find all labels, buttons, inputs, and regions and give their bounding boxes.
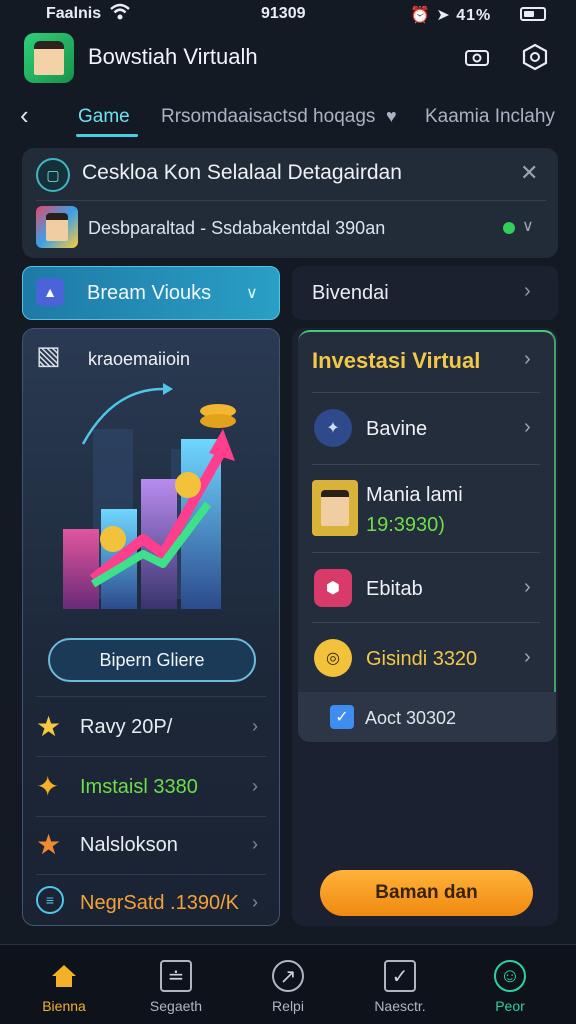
building-blocks-icon: ▧ [36,340,61,370]
online-status-dot [503,222,515,234]
list-item-label: Nalslokson [80,834,178,856]
carrier-label: Faalnis [46,5,102,22]
investment-item-value: 19:3930) [366,514,445,536]
nav-item-search[interactable]: ≐ Segaeth [126,948,226,1018]
nav-label: Bienna [42,998,86,1014]
list-item-label: Imstaisl 3380 [80,776,198,798]
list-circle-icon: ≡ [36,886,64,914]
chart-window-icon: ≐ [160,960,192,992]
nav-label: Segaeth [149,998,203,1014]
status-indicators: ⏰ ➤ 41% [410,7,492,24]
divider [312,552,540,553]
checkbox[interactable]: ✓ [330,705,354,729]
investment-item-label[interactable]: Bavine [366,418,427,441]
notice-title: Ceskloa Kon Selalaal Detagairdan [82,161,402,184]
divider [36,874,266,875]
wifi-icon [110,3,130,26]
primary-action-button[interactable]: Baman dan [320,870,533,916]
close-icon[interactable]: ✕ [520,160,538,186]
divider [36,756,266,757]
nav-label: Peor [495,998,525,1014]
profile-icon: ☺ [494,960,526,992]
star-icon: ★ [36,711,62,742]
checkbox-label: Aoct 30302 [365,708,457,728]
hex-gem-icon: ⬢ [314,569,352,607]
nav-label: Relpi [272,998,304,1014]
chevron-right-icon: › [252,716,258,736]
chevron-down-icon: ∨ [246,285,258,302]
investment-title[interactable]: Investasi Virtual [312,348,480,374]
chevron-right-icon: › [524,416,531,438]
chevron-right-icon: › [524,646,531,668]
app-logo [24,33,74,83]
back-chevron-icon[interactable]: ‹ [20,100,29,131]
shield-icon: ♥ [386,106,397,126]
notice-icon: ▢ [36,158,70,192]
divider [312,464,540,465]
settings-hex-icon[interactable] [518,40,552,74]
right-dropdown-label: Bivendai [312,282,389,304]
nav-label: Naesctr. [374,998,426,1014]
list-item-label: NegrSatd .1390/K [80,892,239,914]
chevron-right-icon: › [252,776,258,796]
battery-icon [520,7,546,21]
left-panel-title: kraoemaiioin [88,349,191,369]
shield-check-icon: ✓ [384,960,416,992]
tab-community[interactable]: Kaamia Inclahy [425,106,555,128]
active-tab-indicator [76,134,138,137]
notice-subtitle: Desbparaltad - Ssdabakentdal 390an [88,218,386,238]
chevron-right-icon: › [252,834,258,854]
chevron-down-icon[interactable]: ∨ [522,216,534,236]
divider [36,200,546,201]
investment-item-label[interactable]: Mania lami [366,484,463,507]
camera-icon[interactable] [460,41,494,75]
left-dropdown-label: Bream Viouks [87,282,212,304]
user-badge-icon: ▲ [36,278,64,306]
chevron-right-icon: › [524,280,531,302]
tab-game[interactable]: Game [78,106,130,128]
chevron-right-icon: › [524,576,531,598]
chevron-right-icon: › [524,348,531,370]
nav-item-news[interactable]: ✓ Naesctr. [350,948,450,1018]
left-panel-button[interactable]: Bipern Gliere [48,638,256,682]
investment-item-label[interactable]: Gisindi 3320 [366,648,477,671]
divider [36,816,266,817]
lightning-star-icon: ✦ [36,771,60,802]
tab-recommendations[interactable]: Rrsomdaaisactsd hoqags [161,106,375,128]
nav-item-help[interactable]: ↗ Relpi [238,948,338,1018]
fire-star-icon: ★ [36,829,62,860]
investment-item-label[interactable]: Ebitab [366,578,423,601]
chevron-right-icon: › [252,892,258,912]
badge-icon: ✦ [314,409,352,447]
divider [312,392,540,393]
nav-item-home[interactable]: Bienna [14,948,114,1018]
home-icon [48,960,80,992]
avatar [36,206,78,248]
coin-icon: ◎ [314,639,352,677]
divider [312,622,540,623]
app-title: Bowstiah Virtualh [88,44,258,69]
list-item-label: Ravy 20P/ [80,716,173,738]
avatar [312,480,358,536]
status-time: 91309 [261,5,306,22]
compass-icon: ↗ [272,960,304,992]
nav-item-profile[interactable]: ☺ Peor [460,948,560,1018]
